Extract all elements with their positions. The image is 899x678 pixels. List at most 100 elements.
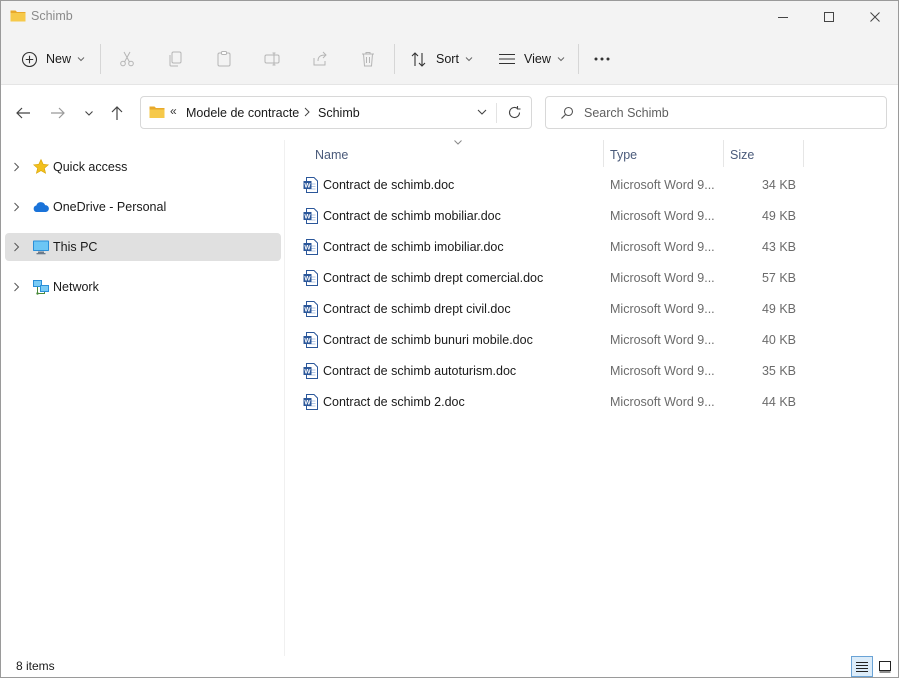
command-bar: New Sort View [1, 33, 898, 85]
column-separator[interactable] [803, 140, 804, 167]
svg-text:W: W [304, 400, 311, 407]
word-document-icon: W [303, 363, 318, 379]
rename-button[interactable] [263, 45, 281, 73]
close-button[interactable] [852, 1, 898, 33]
column-header-label: Name [315, 148, 349, 162]
status-bar: 8 items [1, 656, 898, 677]
refresh-icon[interactable] [507, 105, 522, 120]
view-button[interactable]: View [498, 45, 565, 73]
search-input[interactable] [584, 104, 874, 122]
file-row[interactable]: W Contract de schimb drept comercial.doc… [295, 263, 805, 294]
overflow-chevrons-icon[interactable]: « [170, 104, 177, 118]
file-size: 43 KB [761, 240, 796, 254]
chevron-down-icon[interactable] [476, 106, 488, 118]
file-row[interactable]: W Contract de schimb imobiliar.doc Micro… [295, 232, 805, 263]
file-row[interactable]: W Contract de schimb mobiliar.doc Micros… [295, 201, 805, 232]
chevron-down-icon [557, 57, 565, 62]
paste-button[interactable] [215, 45, 233, 73]
svg-text:W: W [304, 183, 311, 190]
chevron-right-icon[interactable] [13, 242, 20, 252]
file-type: Microsoft Word 9... [610, 209, 715, 223]
breadcrumb-segment[interactable]: Schimb [318, 106, 360, 120]
delete-button[interactable] [359, 45, 377, 73]
column-header-label: Type [610, 148, 638, 162]
ellipsis-icon [594, 57, 610, 61]
star-icon [32, 158, 50, 174]
file-explorer-window: Schimb New Sort View « Modele de contrac… [0, 0, 899, 678]
back-button[interactable] [11, 101, 35, 125]
plus-circle-icon [21, 51, 38, 67]
column-header-name[interactable]: Name [295, 140, 603, 168]
search-box[interactable] [545, 96, 887, 129]
details-view-button[interactable] [851, 656, 873, 677]
chevron-down-icon [85, 110, 93, 116]
pane-divider[interactable] [284, 140, 285, 656]
sidebar-item-onedrive[interactable]: OneDrive - Personal [5, 193, 281, 221]
sidebar-item-quick-access[interactable]: Quick access [5, 153, 281, 181]
word-document-icon: W [303, 208, 318, 224]
sidebar-item-label: Quick access [53, 160, 128, 174]
view-button-label: View [524, 52, 551, 66]
file-row[interactable]: W Contract de schimb drept civil.doc Mic… [295, 294, 805, 325]
word-document-icon: W [303, 332, 318, 348]
column-header-size[interactable]: Size [724, 140, 803, 168]
clipboard-icon [217, 51, 231, 67]
chevron-right-icon[interactable] [13, 202, 20, 212]
arrow-right-icon [51, 107, 65, 119]
up-button[interactable] [105, 101, 129, 125]
file-row[interactable]: W Contract de schimb.doc Microsoft Word … [295, 170, 805, 201]
more-options-button[interactable] [593, 45, 611, 73]
copy-button[interactable] [167, 45, 185, 73]
title-bar[interactable]: Schimb [1, 1, 898, 33]
window-title: Schimb [31, 9, 73, 23]
column-header-type[interactable]: Type [604, 140, 723, 168]
file-type: Microsoft Word 9... [610, 271, 715, 285]
minimize-button[interactable] [760, 1, 806, 33]
new-button[interactable]: New [21, 45, 85, 73]
svg-text:W: W [304, 245, 311, 252]
word-document-icon: W [303, 394, 318, 410]
large-icons-view-button[interactable] [874, 656, 896, 677]
file-row[interactable]: W Contract de schimb 2.doc Microsoft Wor… [295, 387, 805, 418]
toolbar-separator [394, 44, 395, 74]
list-view-icon [499, 53, 515, 65]
file-size: 35 KB [761, 364, 796, 378]
file-row[interactable]: W Contract de schimb autoturism.doc Micr… [295, 356, 805, 387]
file-size: 44 KB [761, 395, 796, 409]
share-icon [313, 51, 327, 66]
cut-button[interactable] [118, 45, 136, 73]
sort-button-label: Sort [436, 52, 459, 66]
svg-text:W: W [304, 276, 311, 283]
file-type: Microsoft Word 9... [610, 395, 715, 409]
navigation-row: « Modele de contracte Schimb [1, 86, 898, 140]
search-icon [561, 106, 574, 119]
close-icon [870, 12, 880, 22]
sidebar-item-this-pc[interactable]: This PC [5, 233, 281, 261]
maximize-button[interactable] [806, 1, 852, 33]
word-document-icon: W [303, 239, 318, 255]
network-icon [33, 280, 49, 295]
sidebar-item-label: Network [53, 280, 99, 294]
recent-locations-button[interactable] [77, 101, 101, 125]
file-size: 49 KB [761, 302, 796, 316]
word-document-icon: W [303, 301, 318, 317]
breadcrumb-segment[interactable]: Modele de contracte [186, 106, 299, 120]
tiles-view-icon [879, 661, 891, 673]
file-name: Contract de schimb drept civil.doc [323, 302, 511, 316]
scissors-icon [120, 51, 134, 67]
sidebar-item-network[interactable]: Network [5, 273, 281, 301]
folder-icon [10, 10, 26, 22]
address-bar[interactable]: « Modele de contracte Schimb [140, 96, 532, 129]
sort-button[interactable]: Sort [410, 45, 473, 73]
file-size: 49 KB [761, 209, 796, 223]
chevron-right-icon[interactable] [303, 107, 311, 117]
chevron-right-icon[interactable] [13, 282, 20, 292]
share-button[interactable] [311, 45, 329, 73]
folder-icon [149, 106, 165, 118]
file-size: 34 KB [761, 178, 796, 192]
file-row[interactable]: W Contract de schimb bunuri mobile.doc M… [295, 325, 805, 356]
forward-button[interactable] [46, 101, 70, 125]
file-name: Contract de schimb imobiliar.doc [323, 240, 504, 254]
chevron-right-icon[interactable] [13, 162, 20, 172]
file-type: Microsoft Word 9... [610, 302, 715, 316]
